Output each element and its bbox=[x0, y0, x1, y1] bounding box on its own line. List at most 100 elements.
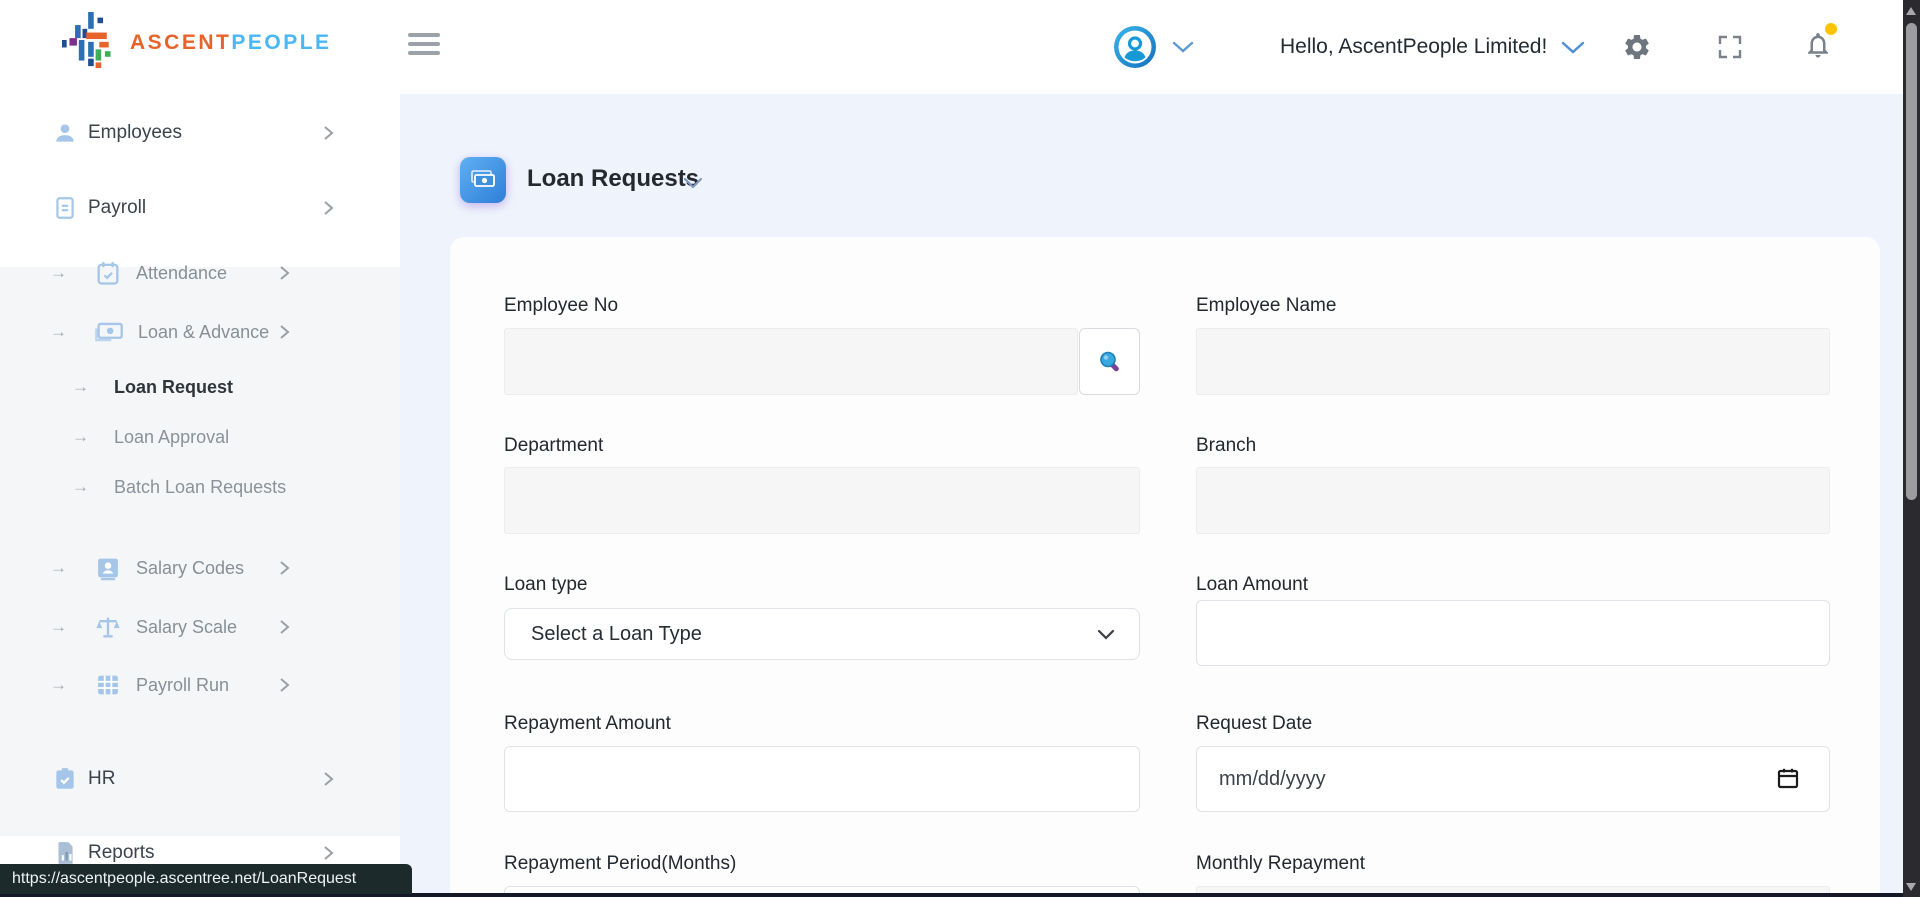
report-chart-icon bbox=[52, 840, 78, 866]
submenu-arrow-icon: → bbox=[72, 377, 92, 397]
avatar-dropdown-chevron-icon[interactable] bbox=[1172, 0, 1194, 94]
department-label: Department bbox=[504, 435, 603, 457]
employee-name-label: Employee Name bbox=[1196, 295, 1336, 317]
submenu-arrow-icon: → bbox=[50, 558, 70, 578]
employee-search-button[interactable] bbox=[1079, 328, 1140, 395]
scrollbar-down-arrow[interactable] bbox=[1906, 883, 1916, 891]
scrollbar-up-arrow[interactable] bbox=[1906, 7, 1916, 15]
sidebar-item-label: Loan & Advance bbox=[138, 322, 269, 343]
person-icon bbox=[52, 120, 78, 146]
chevron-right-icon bbox=[322, 844, 336, 862]
sidebar-item-label: Salary Codes bbox=[136, 558, 244, 579]
employee-no-input bbox=[504, 328, 1078, 395]
greeting-chevron-icon bbox=[1561, 41, 1585, 54]
request-date-label: Request Date bbox=[1196, 713, 1312, 735]
sidebar-item-label: Reports bbox=[88, 842, 155, 864]
loan-amount-label: Loan Amount bbox=[1196, 574, 1308, 596]
sidebar-item-hr[interactable]: HR bbox=[0, 757, 400, 801]
loan-type-selected-value: Select a Loan Type bbox=[531, 623, 702, 646]
greeting-text: Hello, AscentPeople Limited! bbox=[1280, 35, 1547, 59]
sidebar-item-loan-approval[interactable]: → Loan Approval bbox=[0, 415, 400, 459]
sidebar-item-label: Salary Scale bbox=[136, 617, 237, 638]
submenu-arrow-icon: → bbox=[50, 263, 70, 283]
branch-input bbox=[1196, 467, 1830, 534]
page-title-chevron-icon[interactable] bbox=[683, 176, 703, 194]
fullscreen-button[interactable] bbox=[1716, 0, 1744, 94]
sidebar-item-label: Loan Request bbox=[114, 377, 233, 398]
brand-name-people: PEOPLE bbox=[231, 31, 331, 54]
brand-name: ASCENTPEOPLE bbox=[130, 31, 332, 55]
menu-toggle-icon[interactable] bbox=[408, 33, 440, 55]
chevron-right-icon bbox=[278, 324, 291, 340]
repayment-amount-input[interactable] bbox=[504, 746, 1140, 812]
sidebar-item-label: Attendance bbox=[136, 263, 227, 284]
sidebar-item-label: Employees bbox=[88, 122, 182, 144]
sidebar-item-salary-codes[interactable]: → Salary Codes bbox=[0, 546, 400, 590]
calendar-check-icon bbox=[94, 259, 122, 287]
loan-requests-icon bbox=[460, 157, 506, 203]
chevron-right-icon bbox=[278, 619, 291, 635]
employee-no-label: Employee No bbox=[504, 295, 618, 317]
gear-icon bbox=[1622, 32, 1652, 62]
chevron-right-icon bbox=[278, 560, 291, 576]
sidebar-item-salary-scale[interactable]: → Salary Scale bbox=[0, 605, 400, 649]
table-grid-icon bbox=[94, 671, 122, 699]
clipboard-check-icon bbox=[52, 766, 78, 792]
loan-type-label: Loan type bbox=[504, 574, 587, 596]
brand-logo[interactable]: ASCENTPEOPLE bbox=[62, 9, 332, 76]
chevron-down-icon bbox=[1097, 629, 1115, 640]
sidebar-item-loan-advance[interactable]: → Loan & Advance bbox=[0, 310, 400, 354]
submenu-arrow-icon: → bbox=[72, 477, 92, 497]
notification-badge bbox=[1825, 23, 1837, 35]
employee-name-input bbox=[1196, 328, 1830, 395]
user-avatar[interactable] bbox=[1112, 0, 1158, 94]
branch-label: Branch bbox=[1196, 435, 1256, 457]
settings-button[interactable] bbox=[1622, 0, 1652, 94]
repayment-amount-label: Repayment Amount bbox=[504, 713, 671, 735]
sidebar-item-label: Payroll Run bbox=[136, 675, 229, 696]
sidebar-nav: Employees Payroll → Attendance bbox=[0, 94, 400, 897]
browser-scrollbar bbox=[1903, 0, 1920, 897]
repayment-period-label: Repayment Period(Months) bbox=[504, 853, 736, 875]
sidebar-item-batch-loan-requests[interactable]: → Batch Loan Requests bbox=[0, 465, 400, 509]
sidebar-item-payroll[interactable]: Payroll bbox=[0, 186, 400, 230]
submenu-arrow-icon: → bbox=[72, 427, 92, 447]
sidebar-item-loan-request[interactable]: → Loan Request bbox=[0, 365, 400, 409]
chevron-right-icon bbox=[322, 199, 336, 217]
document-icon bbox=[52, 195, 78, 221]
chevron-right-icon bbox=[322, 770, 336, 788]
search-icon bbox=[1095, 347, 1125, 377]
page-title: Loan Requests bbox=[527, 165, 699, 193]
submenu-arrow-icon: → bbox=[50, 617, 70, 637]
chevron-right-icon bbox=[278, 677, 291, 693]
notifications-button[interactable] bbox=[1803, 0, 1833, 94]
brand-name-ascent: ASCENT bbox=[130, 31, 231, 54]
loan-type-select[interactable]: Select a Loan Type bbox=[504, 608, 1140, 660]
chevron-right-icon bbox=[278, 265, 291, 281]
request-date-input[interactable] bbox=[1196, 746, 1830, 812]
sidebar-item-employees[interactable]: Employees bbox=[0, 111, 400, 155]
calendar-icon[interactable] bbox=[1776, 766, 1800, 795]
sidebar-item-attendance[interactable]: → Attendance bbox=[0, 251, 400, 295]
browser-status-bar: https://ascentpeople.ascentree.net/LoanR… bbox=[0, 864, 412, 894]
balance-scale-icon bbox=[94, 613, 122, 641]
brand-logo-icon bbox=[62, 9, 118, 76]
sidebar-item-payroll-run[interactable]: → Payroll Run bbox=[0, 663, 400, 707]
sidebar-item-label: HR bbox=[88, 768, 115, 790]
status-url-text: https://ascentpeople.ascentree.net/LoanR… bbox=[12, 870, 356, 888]
department-input bbox=[504, 467, 1140, 534]
sidebar-item-label: Loan Approval bbox=[114, 427, 229, 448]
id-card-icon bbox=[94, 554, 122, 582]
monthly-repayment-label: Monthly Repayment bbox=[1196, 853, 1365, 875]
account-menu[interactable]: Hello, AscentPeople Limited! bbox=[1280, 0, 1585, 94]
submenu-arrow-icon: → bbox=[50, 675, 70, 695]
loan-amount-input[interactable] bbox=[1196, 600, 1830, 666]
submenu-arrow-icon: → bbox=[50, 322, 70, 342]
fullscreen-icon bbox=[1716, 33, 1744, 61]
scrollbar-thumb[interactable] bbox=[1906, 23, 1917, 500]
chevron-right-icon bbox=[322, 124, 336, 142]
top-header: ASCENTPEOPLE Hello, AscentPeople L bbox=[0, 0, 1903, 94]
sidebar-item-label: Batch Loan Requests bbox=[114, 477, 286, 498]
banknote-icon bbox=[94, 319, 124, 345]
avatar-icon bbox=[1112, 24, 1158, 70]
